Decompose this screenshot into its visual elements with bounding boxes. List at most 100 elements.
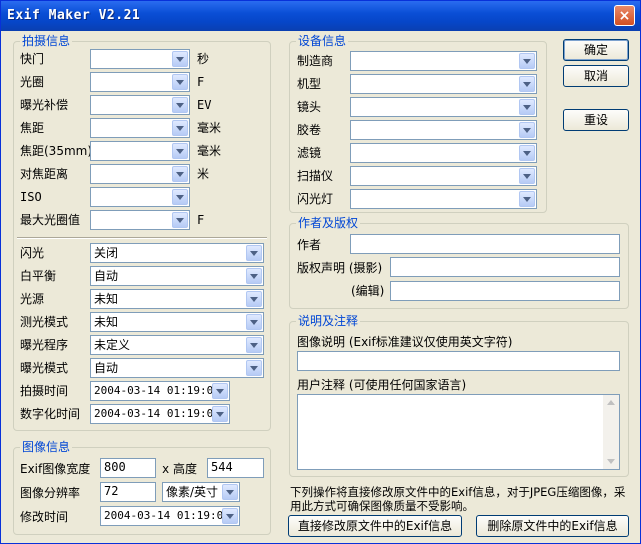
- copyright-edit-input[interactable]: [390, 281, 620, 301]
- user-comment-textarea[interactable]: [297, 394, 620, 470]
- metering-select[interactable]: 未知: [90, 312, 264, 332]
- chevron-down-icon[interactable]: [172, 51, 188, 67]
- lens-select[interactable]: [350, 97, 537, 117]
- chevron-down-icon[interactable]: [172, 120, 188, 136]
- chevron-down-icon[interactable]: [222, 508, 238, 524]
- title-bar[interactable]: Exif Maker V2.21 ×: [1, 1, 640, 31]
- chevron-down-icon[interactable]: [519, 76, 535, 92]
- image-height-input[interactable]: 544: [207, 458, 264, 478]
- exposure-mode-label: 曝光模式: [20, 361, 69, 375]
- flash-unit-select[interactable]: [350, 189, 537, 209]
- exif-maker-window: Exif Maker V2.21 × 拍摄信息 快门 秒 光圈 F 曝光补偿 E…: [0, 0, 641, 544]
- max-aperture-select[interactable]: [90, 210, 190, 230]
- image-width-label: Exif图像宽度: [20, 462, 91, 476]
- chevron-down-icon[interactable]: [172, 143, 188, 159]
- modify-time-picker[interactable]: 2004-03-14 01:19:06: [100, 506, 240, 526]
- copyright-photo-input[interactable]: [390, 257, 620, 277]
- chevron-down-icon[interactable]: [519, 122, 535, 138]
- white-balance-label: 白平衡: [20, 269, 57, 283]
- shooting-separator: [17, 237, 267, 239]
- ev-select[interactable]: [90, 95, 190, 115]
- resolution-unit-select[interactable]: 像素/英寸: [162, 482, 240, 502]
- ev-label: 曝光补偿: [20, 98, 69, 112]
- chevron-down-icon[interactable]: [172, 74, 188, 90]
- reset-button[interactable]: 重设: [563, 109, 629, 131]
- chevron-down-icon[interactable]: [246, 268, 262, 284]
- digitize-time-picker[interactable]: 2004-03-14 01:19:06: [90, 404, 230, 424]
- ok-button[interactable]: 确定: [563, 39, 629, 61]
- exposure-program-select[interactable]: 未定义: [90, 335, 264, 355]
- copyright-edit-label: (编辑): [351, 284, 385, 298]
- author-input[interactable]: [350, 234, 620, 254]
- chevron-down-icon[interactable]: [172, 97, 188, 113]
- aperture-label: 光圈: [20, 75, 45, 89]
- resolution-input[interactable]: 72: [100, 482, 156, 502]
- focal-select[interactable]: [90, 118, 190, 138]
- exposure-mode-select[interactable]: 自动: [90, 358, 264, 378]
- light-source-select[interactable]: 未知: [90, 289, 264, 309]
- description-notes-title: 说明及注释: [296, 314, 361, 328]
- max-aperture-unit: F: [197, 213, 205, 227]
- white-balance-select[interactable]: 自动: [90, 266, 264, 286]
- chevron-down-icon[interactable]: [519, 168, 535, 184]
- modify-time-label: 修改时间: [20, 510, 69, 524]
- modify-exif-button[interactable]: 直接修改原文件中的Exif信息: [288, 515, 462, 537]
- chevron-down-icon[interactable]: [519, 99, 535, 115]
- focal35-unit: 毫米: [197, 144, 222, 158]
- cancel-button[interactable]: 取消: [563, 65, 629, 87]
- chevron-down-icon[interactable]: [519, 145, 535, 161]
- shooting-info-title: 拍摄信息: [20, 34, 73, 48]
- close-button[interactable]: ×: [614, 5, 635, 26]
- shot-time-picker[interactable]: 2004-03-14 01:19:06: [90, 381, 230, 401]
- model-select[interactable]: [350, 74, 537, 94]
- author-label: 作者: [297, 238, 322, 252]
- delete-exif-button[interactable]: 删除原文件中的Exif信息: [476, 515, 629, 537]
- iso-select[interactable]: [90, 187, 190, 207]
- chevron-down-icon[interactable]: [212, 406, 228, 422]
- image-description-input[interactable]: [297, 351, 620, 371]
- filter-label: 滤镜: [297, 146, 322, 160]
- iso-label: ISO: [20, 190, 42, 204]
- flash-label: 闪光: [20, 246, 45, 260]
- scroll-down-icon[interactable]: [603, 453, 619, 469]
- filter-select[interactable]: [350, 143, 537, 163]
- chevron-down-icon[interactable]: [246, 291, 262, 307]
- chevron-down-icon[interactable]: [172, 166, 188, 182]
- chevron-down-icon[interactable]: [246, 360, 262, 376]
- chevron-down-icon[interactable]: [172, 189, 188, 205]
- scroll-up-icon[interactable]: [603, 395, 619, 411]
- digitize-time-label: 数字化时间: [20, 407, 81, 421]
- chevron-down-icon[interactable]: [519, 53, 535, 69]
- image-description-label: 图像说明 (Exif标准建议仅使用英文字符): [297, 335, 513, 349]
- exposure-program-label: 曝光程序: [20, 338, 69, 352]
- chevron-down-icon[interactable]: [246, 314, 262, 330]
- scanner-select[interactable]: [350, 166, 537, 186]
- chevron-down-icon[interactable]: [246, 245, 262, 261]
- flash-select[interactable]: 关闭: [90, 243, 264, 263]
- shutter-select[interactable]: [90, 49, 190, 69]
- shutter-unit: 秒: [197, 52, 210, 66]
- scanner-label: 扫描仪: [297, 169, 334, 183]
- image-height-label: 高度: [173, 462, 198, 476]
- chevron-down-icon[interactable]: [172, 212, 188, 228]
- chevron-down-icon[interactable]: [222, 484, 238, 500]
- resolution-label: 图像分辨率: [20, 486, 81, 500]
- user-comment-label: 用户注释 (可使用任何国家语言): [297, 378, 467, 392]
- chevron-down-icon[interactable]: [519, 191, 535, 207]
- chevron-down-icon[interactable]: [212, 383, 228, 399]
- chevron-down-icon[interactable]: [246, 337, 262, 353]
- focus-distance-select[interactable]: [90, 164, 190, 184]
- film-select[interactable]: [350, 120, 537, 140]
- comment-scrollbar[interactable]: [603, 395, 619, 469]
- model-label: 机型: [297, 77, 322, 91]
- shot-time-label: 拍摄时间: [20, 384, 69, 398]
- focal35-select[interactable]: [90, 141, 190, 161]
- image-width-input[interactable]: 800: [100, 458, 156, 478]
- aperture-select[interactable]: [90, 72, 190, 92]
- author-copyright-title: 作者及版权: [296, 216, 361, 230]
- ev-unit: EV: [197, 98, 212, 112]
- lens-label: 镜头: [297, 100, 322, 114]
- focus-distance-label: 对焦距离: [20, 167, 69, 181]
- make-select[interactable]: [350, 51, 537, 71]
- aperture-unit: F: [197, 75, 205, 89]
